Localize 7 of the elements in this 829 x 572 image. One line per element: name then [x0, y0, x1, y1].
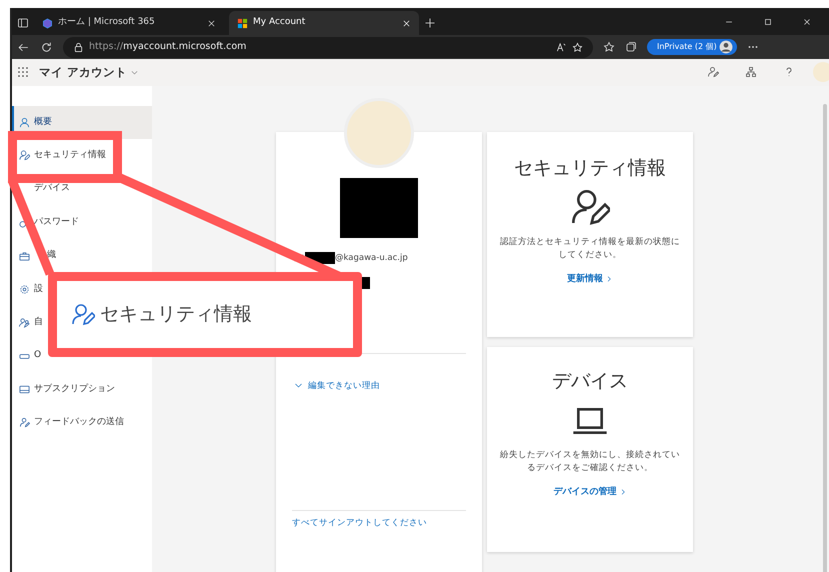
card-description: 紛失したデバイスを無効にし、接続されているデバイスをご確認ください。: [499, 449, 681, 476]
card-description: 認証方法とセキュリティ情報を最新の状態にしてください。: [499, 236, 681, 262]
callout-label: セキュリティ情報: [100, 302, 252, 328]
url-text: https://myaccount.microsoft.com: [89, 40, 246, 54]
card-title: セキュリティ情報: [514, 156, 666, 181]
card-title: デバイス: [552, 368, 628, 394]
email-text: @kagawa-u.ac.jp: [335, 252, 408, 265]
